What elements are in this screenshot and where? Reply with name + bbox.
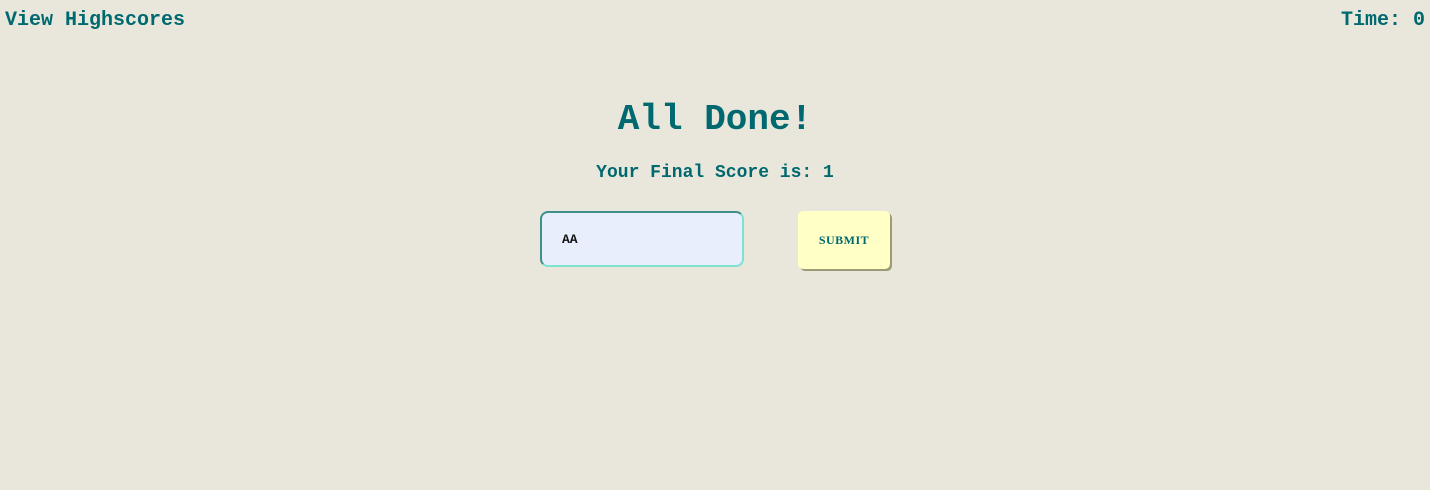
submit-button[interactable]: SUBMIT — [798, 211, 890, 269]
top-bar: View Highscores Time: 0 — [0, 0, 1430, 42]
results-section: All Done! Your Final Score is: 1 SUBMIT — [0, 98, 1430, 269]
quiz-page: View Highscores Time: 0 All Done! Your F… — [0, 0, 1430, 490]
initials-form: SUBMIT — [540, 211, 892, 271]
final-score-text: Your Final Score is: 1 — [596, 163, 834, 183]
initials-input[interactable] — [540, 211, 744, 267]
view-highscores-link[interactable]: View Highscores — [5, 9, 185, 33]
page-title: All Done! — [617, 99, 813, 140]
timer-display: Time: 0 — [1340, 9, 1425, 32]
